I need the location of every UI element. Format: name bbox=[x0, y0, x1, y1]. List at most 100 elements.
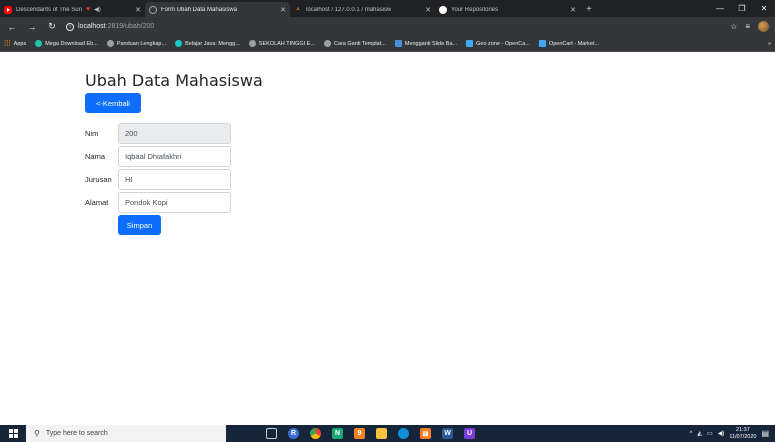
bookmark-item[interactable]: Mengganti Slide Ba... bbox=[394, 40, 458, 47]
youtube-icon bbox=[4, 5, 12, 14]
clock-time: 21:37 bbox=[735, 426, 750, 433]
bookmark-label: Mengganti Slide Ba... bbox=[404, 40, 458, 47]
bookmark-label: Apps bbox=[13, 40, 27, 47]
tab-phpmyadmin[interactable]: ⩓ localhost / 127.0.0.1 / mahasisw ✕ bbox=[290, 2, 435, 17]
bookmark-favicon-icon bbox=[394, 40, 402, 47]
close-tab-icon[interactable]: ✕ bbox=[280, 6, 286, 14]
tab-title: localhost / 127.0.0.1 / mahasisw bbox=[306, 6, 392, 13]
bookmark-favicon-icon bbox=[466, 40, 474, 47]
tab-github[interactable]: Your Repositories ✕ bbox=[435, 2, 580, 17]
bookmark-item[interactable]: Cara Ganti Templat... bbox=[323, 40, 386, 47]
bookmark-label: OpenCart - Market... bbox=[548, 40, 600, 47]
browser-toolbar: ← → ↻ i localhost:2819/ubah/200 ☆ ≡ bbox=[0, 17, 775, 36]
bookmark-item[interactable]: Mega Download Eb... bbox=[35, 40, 98, 47]
globe-icon bbox=[323, 40, 331, 47]
bookmark-item[interactable]: Belajar Java: Mengg... bbox=[175, 40, 240, 47]
chevron-right-icon: » bbox=[767, 40, 771, 47]
back-arrow-icon[interactable]: ← bbox=[6, 22, 18, 32]
bookmark-item[interactable]: OpenCart - Market... bbox=[538, 40, 600, 47]
bookmark-favicon-icon bbox=[538, 40, 546, 47]
close-tab-icon[interactable]: ✕ bbox=[135, 6, 141, 14]
alamat-field[interactable]: Pondok Kopi bbox=[118, 192, 231, 213]
globe-icon bbox=[248, 40, 256, 47]
bookmark-label: Belajar Java: Mengg... bbox=[185, 40, 240, 47]
battery-icon[interactable]: ▭ bbox=[707, 430, 713, 437]
search-placeholder: Type here to search bbox=[45, 430, 108, 437]
speaker-icon[interactable]: ◀) bbox=[94, 6, 101, 13]
notification-icon[interactable]: ▤ bbox=[761, 429, 769, 438]
minimize-icon[interactable]: — bbox=[709, 0, 731, 17]
start-button[interactable] bbox=[0, 429, 26, 438]
bookmarks-overflow[interactable]: » bbox=[768, 41, 771, 47]
reading-list-icon[interactable]: ≡ bbox=[745, 22, 750, 31]
app-icon[interactable]: R bbox=[288, 428, 299, 439]
tab-title: Descendants of The Sun bbox=[16, 6, 82, 13]
star-icon[interactable]: ☆ bbox=[730, 22, 737, 31]
close-tab-icon[interactable]: ✕ bbox=[570, 6, 576, 14]
app-icon[interactable]: U bbox=[464, 428, 475, 439]
bookmarks-bar: ⁞⁞⁞ Apps Mega Download Eb... Panduan Len… bbox=[0, 36, 775, 52]
tab-title: Your Repositories bbox=[451, 6, 499, 13]
taskbar-search-box[interactable]: ⚲ Type here to search bbox=[26, 425, 226, 442]
phpmyadmin-icon: ⩓ bbox=[296, 6, 300, 12]
jurusan-field[interactable]: HI bbox=[118, 169, 231, 190]
bookmark-apps[interactable]: ⁞⁞⁞ Apps bbox=[4, 39, 26, 48]
maximize-icon[interactable]: ❐ bbox=[731, 0, 753, 17]
volume-icon[interactable]: ◀) bbox=[718, 430, 725, 437]
system-tray: ^ ◭ ▭ ◀) 21:37 11/07/2020 ▤ bbox=[690, 427, 775, 441]
apps-grid-icon: ⁞⁞⁞ bbox=[4, 39, 11, 48]
bookmark-label: Panduan Lengkap... bbox=[116, 40, 167, 47]
xampp-icon[interactable]: ⊠ bbox=[420, 428, 431, 439]
app-icon[interactable]: 9 bbox=[354, 428, 365, 439]
clock-date: 11/07/2020 bbox=[729, 433, 757, 440]
close-window-icon[interactable]: ✕ bbox=[753, 0, 775, 17]
form-row-alamat: Alamat Pondok Kopi bbox=[85, 192, 231, 213]
globe-icon bbox=[106, 40, 114, 47]
clock[interactable]: 21:37 11/07/2020 bbox=[729, 427, 756, 441]
page-content: Ubah Data Mahasiswa <-Kembali Nim 200 Na… bbox=[0, 52, 775, 412]
file-explorer-icon[interactable] bbox=[376, 428, 387, 439]
windows-logo-icon bbox=[8, 429, 18, 438]
form-row-nama: Nama Iqbaal Dhiafakhri bbox=[85, 146, 231, 167]
bookmark-item[interactable]: SEKOLAH TINGGI E... bbox=[248, 40, 315, 47]
app-icon[interactable]: N bbox=[332, 428, 343, 439]
close-tab-icon[interactable]: ✕ bbox=[425, 6, 431, 14]
taskbar-apps: R N 9 ⊠ W U bbox=[266, 428, 475, 439]
form-row-nim: Nim 200 bbox=[85, 123, 231, 144]
bookmark-item[interactable]: Panduan Lengkap... bbox=[106, 40, 167, 47]
tab-title: Form Ubah Data Mahasiswa bbox=[161, 6, 238, 13]
url-path: :2819/ubah/200 bbox=[105, 23, 155, 30]
chrome-icon[interactable] bbox=[310, 428, 321, 439]
new-tab-button[interactable]: + bbox=[580, 2, 598, 17]
network-icon[interactable]: ◭ bbox=[697, 430, 702, 437]
chevron-up-icon[interactable]: ^ bbox=[690, 431, 693, 437]
word-icon[interactable]: W bbox=[442, 428, 453, 439]
save-button[interactable]: Simpan bbox=[118, 215, 161, 235]
bookmark-label: Geo zone - OpenCa... bbox=[476, 40, 530, 47]
alamat-label: Alamat bbox=[85, 198, 109, 207]
bookmark-label: Mega Download Eb... bbox=[45, 40, 98, 47]
form-row-jurusan: Jurusan HI bbox=[85, 169, 231, 190]
bookmark-favicon-icon bbox=[175, 40, 183, 47]
nama-label: Nama bbox=[85, 152, 106, 161]
windows-taskbar: ⚲ Type here to search R N 9 ⊠ W U ^ ◭ ▭ … bbox=[0, 425, 775, 442]
tab-form-ubah[interactable]: Form Ubah Data Mahasiswa ✕ bbox=[145, 2, 290, 17]
forward-arrow-icon[interactable]: → bbox=[26, 22, 38, 32]
nama-field[interactable]: Iqbaal Dhiafakhri bbox=[118, 146, 231, 167]
loading-icon bbox=[149, 5, 157, 14]
edge-icon[interactable] bbox=[398, 428, 409, 439]
task-view-icon[interactable] bbox=[266, 428, 277, 439]
window-controls: — ❐ ✕ bbox=[709, 0, 775, 17]
nim-field: 200 bbox=[118, 123, 231, 144]
address-bar[interactable]: i localhost:2819/ubah/200 bbox=[66, 19, 722, 34]
url-host: localhost bbox=[78, 23, 106, 30]
reload-icon[interactable]: ↻ bbox=[46, 21, 58, 32]
bookmark-label: Cara Ganti Templat... bbox=[333, 40, 386, 47]
back-button[interactable]: <-Kembali bbox=[85, 93, 141, 113]
profile-avatar[interactable] bbox=[758, 21, 769, 32]
page-title: Ubah Data Mahasiswa bbox=[85, 71, 263, 90]
info-icon[interactable]: i bbox=[66, 22, 74, 31]
bookmark-item[interactable]: Geo zone - OpenCa... bbox=[466, 40, 530, 47]
github-icon bbox=[439, 5, 447, 14]
tab-descendants[interactable]: Descendants of The Sun ♥ ◀) ✕ bbox=[0, 2, 145, 17]
